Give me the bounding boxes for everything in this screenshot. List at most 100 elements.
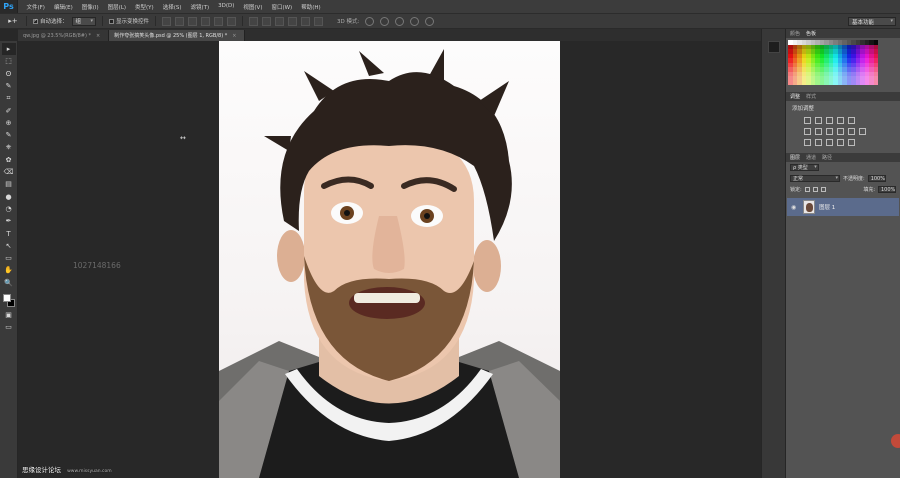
workspace-switcher[interactable]: 基本功能 [848,17,896,26]
selective-color-icon[interactable] [848,139,855,146]
align-hcenter-icon[interactable] [214,16,224,26]
show-transform-checkbox[interactable] [109,18,115,24]
menu-layer[interactable]: 图层(L) [103,3,130,11]
auto-select-checkbox[interactable]: ✓ [33,18,38,24]
quick-mask-icon[interactable]: ▣ [2,309,16,321]
canvas-area[interactable]: 1027148166 ↔ 思缘设计论坛 www.missyuan.com [18,41,785,478]
pen-tool-icon[interactable]: ✒ [2,215,16,227]
swatch[interactable] [873,80,878,85]
tab-paths[interactable]: 路径 [822,154,832,161]
blend-mode-select[interactable]: 正常 [790,175,840,182]
threshold-icon[interactable] [826,139,833,146]
channel-mixer-icon[interactable] [848,128,855,135]
show-transform-option[interactable]: 显示变换控件 [109,17,149,25]
menu-image[interactable]: 图像(I) [77,3,103,11]
menu-filter[interactable]: 滤镜(T) [186,3,214,11]
visibility-eye-icon[interactable]: ◉ [791,204,799,211]
tab-channels[interactable]: 通道 [806,154,816,161]
close-icon[interactable]: × [96,33,100,39]
3d-slide-icon[interactable] [410,16,420,26]
healing-brush-tool-icon[interactable]: ⊕ [2,117,16,129]
brush-tool-icon[interactable]: ✎ [2,129,16,141]
lock-position-icon[interactable] [812,187,818,192]
menu-select[interactable]: 选择(S) [158,3,186,11]
lock-all-icon[interactable] [820,187,826,192]
levels-icon[interactable] [815,117,822,124]
align-vcenter-icon[interactable] [175,16,185,26]
color-balance-icon[interactable] [815,128,822,135]
auto-select-option[interactable]: ✓ 自动选择： [33,17,68,25]
gradient-map-icon[interactable] [837,139,844,146]
history-brush-tool-icon[interactable]: ✿ [2,154,16,166]
foreground-color[interactable] [2,293,11,302]
gradient-tool-icon[interactable]: ▤ [2,178,16,190]
fill-input[interactable]: 100% [878,186,896,193]
distribute-top-icon[interactable] [249,16,259,26]
tab-qw-jpg[interactable]: qw.jpg @ 23.5%(RGB/8#) * × [18,30,110,41]
align-bottom-icon[interactable] [188,16,198,26]
distribute-left-icon[interactable] [288,16,298,26]
align-left-icon[interactable] [201,16,211,26]
3d-rotate-icon[interactable] [365,16,375,26]
close-icon[interactable]: × [232,33,236,39]
path-select-tool-icon[interactable]: ↖ [2,240,16,252]
menu-file[interactable]: 文件(F) [22,3,49,11]
crop-tool-icon[interactable]: ⌗ [2,92,16,104]
blur-tool-icon[interactable]: ● [2,191,16,203]
zoom-tool-icon[interactable]: 🔍 [2,277,16,289]
posterize-icon[interactable] [815,139,822,146]
black-white-icon[interactable] [826,128,833,135]
screen-mode-icon[interactable]: ▭ [2,321,16,333]
hue-saturation-icon[interactable] [804,128,811,135]
distribute-vcenter-icon[interactable] [262,16,272,26]
eraser-tool-icon[interactable]: ⌫ [2,166,16,178]
exposure-icon[interactable] [837,117,844,124]
invert-icon[interactable] [804,139,811,146]
tab-color[interactable]: 颜色 [790,30,800,37]
3d-roll-icon[interactable] [380,16,390,26]
layer-filter-select[interactable]: ρ 类型 [790,164,819,171]
auto-select-dropdown[interactable]: 组 [71,16,97,26]
tab-swatches[interactable]: 色板 [806,30,816,37]
menu-help[interactable]: 帮助(H) [297,3,325,11]
3d-scale-icon[interactable] [425,16,435,26]
marquee-tool-icon[interactable]: ⬚ [2,55,16,67]
eyedropper-tool-icon[interactable]: ✐ [2,104,16,116]
swatch-grid[interactable] [788,40,898,85]
menu-type[interactable]: 类型(Y) [131,3,159,11]
distribute-hcenter-icon[interactable] [301,16,311,26]
3d-drag-icon[interactable] [395,16,405,26]
curves-icon[interactable] [826,117,833,124]
history-panel-icon[interactable] [768,41,780,53]
hand-tool-icon[interactable]: ✋ [2,264,16,276]
vibrance-icon[interactable] [848,117,855,124]
align-top-icon[interactable] [162,16,172,26]
move-tool-preset-icon[interactable]: ▸+ [6,16,20,26]
opacity-input[interactable]: 100% [867,175,886,182]
lock-pixels-icon[interactable] [804,187,810,192]
move-tool-icon[interactable]: ▸ [1,43,16,56]
layer-row-layer-1[interactable]: ◉ 图层 1 [787,198,899,216]
shape-tool-icon[interactable]: ▭ [2,252,16,264]
tab-psd-document[interactable]: 制作夸张搞笑头像.psd @ 25% (图层 1, RGB/8) * × [109,30,246,41]
quick-select-tool-icon[interactable]: ✎ [2,80,16,92]
color-lookup-icon[interactable] [859,128,866,135]
type-tool-icon[interactable]: T [2,227,16,239]
menu-edit[interactable]: 编辑(E) [49,3,77,11]
brightness-icon[interactable] [804,117,811,124]
tab-layers[interactable]: 图层 [790,154,800,161]
distribute-bottom-icon[interactable] [275,16,285,26]
clone-stamp-tool-icon[interactable]: ⎈ [2,141,16,153]
document-image[interactable] [219,41,560,478]
dodge-tool-icon[interactable]: ◔ [2,203,16,215]
tab-styles[interactable]: 样式 [806,93,816,100]
menu-view[interactable]: 视图(V) [239,3,267,11]
distribute-right-icon[interactable] [314,16,324,26]
menu-3d[interactable]: 3D(D) [214,3,239,11]
floating-action-icon[interactable] [891,434,900,448]
photo-filter-icon[interactable] [837,128,844,135]
tab-adjustments[interactable]: 调整 [790,93,800,100]
lasso-tool-icon[interactable]: ʘ [2,68,16,80]
align-right-icon[interactable] [227,16,237,26]
menu-window[interactable]: 窗口(W) [267,3,297,11]
